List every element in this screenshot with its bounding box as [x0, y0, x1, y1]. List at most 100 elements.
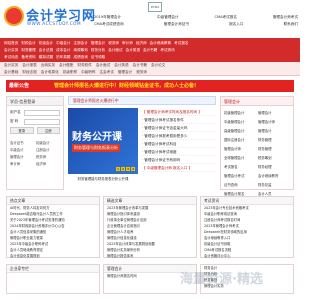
category-link[interactable]: 管理会计师	[258, 118, 290, 126]
news-item[interactable]: · 管理会计师证书含金量大吗	[142, 124, 216, 132]
nav-item[interactable]: 注册会计	[74, 41, 88, 46]
nav-item[interactable]: 会计继续教育	[150, 41, 172, 46]
subnav-item[interactable]: 管理会计	[118, 70, 132, 75]
category-link[interactable]: 财务管理	[258, 136, 290, 144]
pcma-badge[interactable]: PCMA	[148, 2, 162, 12]
banner-dot[interactable]: 2	[121, 167, 125, 171]
banner-dot[interactable]: 4	[131, 167, 135, 171]
subnav-item[interactable]: 会计论文	[151, 63, 165, 68]
login-link[interactable]: 经济师	[36, 161, 60, 166]
subnav-item[interactable]: 财务软件	[78, 63, 92, 68]
subnav-item[interactable]: 中级职称	[81, 70, 95, 75]
nav-item[interactable]: 考试资讯	[160, 48, 174, 53]
banner-caption[interactable]: 财务管理能与财务报表分析公开课	[68, 176, 138, 181]
subnav-item[interactable]: 会计英语	[114, 63, 128, 68]
nav-item[interactable]: 管理会计	[91, 41, 105, 46]
article-link[interactable]: 管理会计报告体系	[104, 253, 196, 259]
login-link[interactable]: 管理会计	[10, 154, 34, 159]
category-link[interactable]: 财务总监	[258, 181, 290, 189]
subnav-item[interactable]: 会计基础	[4, 70, 18, 75]
course-banner[interactable]: 财务公开课 财务管理与财务报表分析 1 2 3 4	[68, 108, 138, 174]
login-link[interactable]: 中级会计	[10, 147, 34, 152]
news-item[interactable]: · 管理会计师考试报名条件	[142, 116, 216, 124]
login-link[interactable]: 税务师	[36, 154, 60, 159]
nav-item[interactable]: 模拟试题	[39, 55, 53, 60]
nav-item[interactable]: 证书领取	[91, 55, 105, 60]
news-item[interactable]: 【 管理会计师考试时间及报名时间 】	[142, 108, 216, 116]
top-link[interactable]: 中级管理会计	[157, 15, 179, 20]
top-link[interactable]: 2019年管理会计	[94, 15, 121, 20]
notice-message[interactable]: 管理会计师报名火爆进行中！财经领域钻金证书，成功人士必备!	[54, 82, 196, 89]
nav-item[interactable]: 会计面试	[108, 48, 122, 53]
banner-dot[interactable]: 3	[126, 167, 130, 171]
category-link[interactable]: 管理会计	[258, 127, 290, 135]
nav-item[interactable]: 成绩查询	[74, 55, 88, 60]
news-item[interactable]: · 管理会计师报考费用是多少	[142, 132, 216, 140]
nav-item[interactable]: 初级会计	[39, 41, 53, 46]
subnav-item[interactable]: 会计报表	[22, 63, 36, 68]
nav-item[interactable]: 会计书籍	[143, 48, 157, 53]
nav-item[interactable]: 财务分析	[91, 48, 105, 53]
news-item[interactable]: · 管理会计师证书有用吗	[142, 156, 216, 164]
nav-item[interactable]: 财务管理	[21, 48, 35, 53]
login-link[interactable]: 审计师	[10, 161, 34, 166]
subnav-item[interactable]: 出纳实务	[41, 63, 55, 68]
category-link[interactable]: 全球管理会计	[224, 154, 256, 162]
category-link[interactable]: 管理会计	[258, 109, 290, 117]
category-link[interactable]: 管理会计考试	[224, 172, 256, 180]
nav-item[interactable]: 备考资料	[21, 55, 35, 60]
login-button[interactable]: 登录	[10, 127, 34, 134]
subnav-item[interactable]: 初级职称	[63, 70, 77, 75]
login-link[interactable]: 注册会计	[36, 147, 60, 152]
subnav-item[interactable]: 税务师	[136, 70, 147, 75]
nav-item[interactable]: 考试报名	[174, 41, 188, 46]
nav-item[interactable]: 考试动态	[4, 55, 18, 60]
category-link[interactable]: 高级管理会计	[224, 127, 256, 135]
top-link[interactable]: 报名入口	[229, 22, 243, 27]
nav-item[interactable]: 财税会计	[21, 41, 35, 46]
top-link[interactable]: 联系我们	[284, 22, 298, 27]
top-link[interactable]: 管理会计师证书	[164, 22, 189, 27]
register-button[interactable]: 注册	[36, 127, 60, 134]
login-link[interactable]: 会计证书	[10, 140, 34, 145]
category-link[interactable]: 国际注册会计	[224, 136, 256, 144]
top-link[interactable]: 管理会计师考试	[273, 15, 298, 20]
subnav-item[interactable]: 会计做账	[59, 63, 73, 68]
category-link[interactable]: 管理会计师	[224, 145, 256, 153]
subnav-item[interactable]: 会计实务	[4, 63, 18, 68]
subnav-item[interactable]: 会计面试	[96, 63, 110, 68]
nav-item[interactable]: 会计法规	[39, 48, 53, 53]
category-link[interactable]: 中级管理会计	[224, 118, 256, 126]
nav-item[interactable]: 历年真题	[56, 55, 70, 60]
subnav-item[interactable]: 财经法规	[22, 70, 36, 75]
nav-item[interactable]: 中级会计	[56, 41, 70, 46]
news-item[interactable]: · 管理会计师考试难度	[142, 148, 216, 156]
top-link[interactable]: CMA考试成绩查询	[94, 22, 124, 27]
subnav-item[interactable]: 注会考试	[99, 70, 113, 75]
top-link[interactable]: CMA考试报名	[214, 15, 236, 20]
nav-item[interactable]: 税务师	[108, 41, 119, 46]
category-link[interactable]: 财务管理	[258, 145, 290, 153]
news-item[interactable]: · 管理会计师考试科目	[142, 140, 216, 148]
category-link[interactable]: 初级管理会计	[224, 109, 256, 117]
featured-header[interactable]: 管理会计师报名火爆进行中	[68, 96, 216, 105]
password-input[interactable]	[24, 118, 60, 125]
username-input[interactable]	[24, 109, 60, 116]
nav-item[interactable]: 纳税筹划	[74, 48, 88, 53]
nav-item[interactable]: 经济师	[136, 41, 147, 46]
notice-bar[interactable]: 最新公告 管理会计师报名火爆进行中！财经领域钻金证书，成功人士必备!	[6, 80, 294, 92]
category-link[interactable]: 会计继续教育	[258, 172, 290, 180]
nav-item[interactable]: 成本会计	[56, 48, 70, 53]
category-link[interactable]: 考试报名	[224, 163, 256, 171]
subnav-item[interactable]: 会计电算化	[41, 70, 59, 75]
article-link[interactable]: 会计信息化发展规划	[7, 253, 99, 259]
category-link[interactable]: 财务经理	[258, 163, 290, 171]
nav-item[interactable]: 会计英语	[126, 48, 140, 53]
category-link[interactable]: 证书查询	[224, 181, 256, 189]
login-link[interactable]: 初级会计	[36, 140, 60, 145]
banner-dot[interactable]: 1	[116, 167, 120, 171]
nav-item[interactable]: 审计师	[122, 41, 133, 46]
article-link[interactable]: 会计资格评价中心	[201, 253, 293, 259]
nav-item[interactable]: 网站首页	[4, 41, 18, 46]
subnav-item[interactable]: 会计书籍	[133, 63, 147, 68]
